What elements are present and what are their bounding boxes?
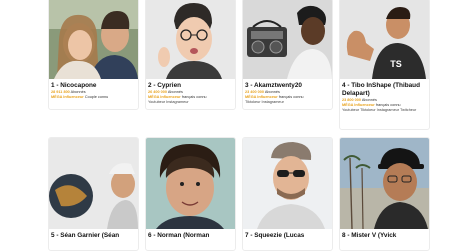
influencer-name[interactable]: 3 - Akamztwenty20 [243,79,332,90]
influencer-card-2[interactable]: 2 - Cyprien 26 400 000 Abonnés MÉGA Infl… [145,0,236,110]
followers-count: 23 400 000 [245,90,265,94]
influencer-photo [146,0,235,79]
influencer-card-7[interactable]: 7 - Squeezie (Lucas [242,137,333,251]
influencer-card-8[interactable]: 8 - Mister V (Yvick [339,137,430,251]
influencer-name[interactable]: 2 - Cyprien [146,79,235,90]
influencer-stats: 23 400 000 Abonnés MÉGA Influenceur fran… [243,90,332,105]
svg-text:TS: TS [390,59,402,69]
influencer-name[interactable]: 1 - Nicocapone [49,79,138,90]
influencer-photo [49,0,138,79]
followers-label: Abonnés [70,90,86,94]
influencer-photo [146,138,235,229]
followers-count: 28 911 800 [51,90,70,94]
platforms-label: Tiktokeur Instagrameur [245,100,284,104]
followers-label: Abonnés [264,90,280,94]
influencer-name[interactable]: 8 - Mister V (Yvick [340,229,429,240]
category-label: français connu [278,95,304,99]
tier-label: MÉGA Influenceur [342,103,375,107]
influencer-card-6[interactable]: 6 - Norman (Norman [145,137,236,251]
platforms-label: Youtubeur Tiktokeur Instagrameur Twitche… [342,108,417,112]
influencer-card-1[interactable]: 1 - Nicocapone 28 911 800 Abonnés MÉGA I… [48,0,139,110]
influencer-card-5[interactable]: 5 - Séan Garnier (Séan [48,137,139,251]
tier-label: MÉGA Influenceur [148,95,181,99]
tier-label: MÉGA Influenceur [245,95,278,99]
category-label: Couple connu [84,95,109,99]
influencer-photo [243,0,332,79]
influencer-photo [243,138,332,229]
influencer-stats: 28 911 800 Abonnés MÉGA Influenceur Coup… [49,90,138,100]
followers-count: 26 400 000 [148,90,168,94]
tier-label: MÉGA Influenceur [51,95,84,99]
influencer-stats: 26 400 000 Abonnés MÉGA Influenceur fran… [146,90,235,105]
influencer-photo [49,138,138,229]
influencer-card-3[interactable]: 3 - Akamztwenty20 23 400 000 Abonnés MÉG… [242,0,333,110]
influencer-name[interactable]: 6 - Norman (Norman [146,229,235,240]
followers-count: 23 800 000 [342,98,362,102]
category-label: français connu [375,103,401,107]
influencer-photo [340,138,429,229]
influencer-name[interactable]: 7 - Squeezie (Lucas [243,229,332,240]
category-label: français connu [181,95,207,99]
influencer-card-4[interactable]: TS 4 - Tibo InShape (Thibaud Delapart) 2… [339,0,430,130]
influencer-name[interactable]: 4 - Tibo InShape (Thibaud Delapart) [340,79,429,98]
followers-label: Abonnés [361,98,377,102]
platforms-label: Youtubeur Instagrameur [148,100,189,104]
influencer-name[interactable]: 5 - Séan Garnier (Séan [49,229,138,240]
influencer-photo: TS [340,0,429,79]
followers-label: Abonnés [167,90,183,94]
influencer-stats: 23 800 000 Abonnés MÉGA Influenceur fran… [340,98,429,113]
